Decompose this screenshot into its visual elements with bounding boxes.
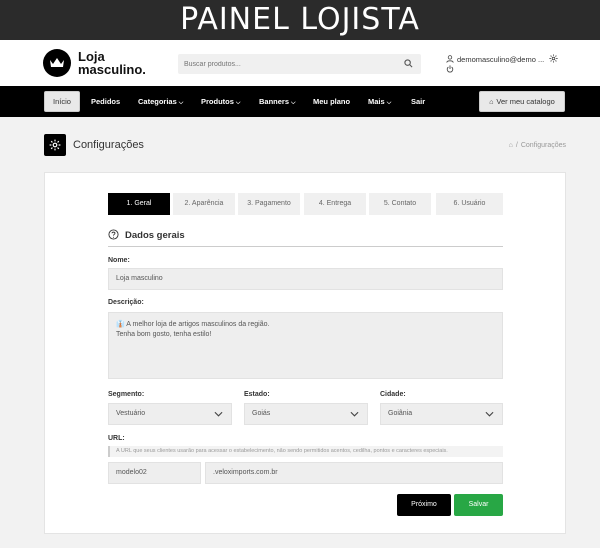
nav-label: Sair <box>411 97 426 106</box>
search-icon[interactable] <box>404 59 413 68</box>
name-label: Nome: <box>108 257 130 264</box>
settings-gear-icon <box>44 134 66 156</box>
description-line-2: Tenha bom gosto, tenha estilo! <box>116 331 212 338</box>
description-line-1: 👔 A melhor loja de artigos masculinos da… <box>116 321 270 328</box>
catalog-button-label: Ver meu catalogo <box>496 97 555 106</box>
nav-label: Meu plano <box>313 97 351 106</box>
chevron-down-icon: ⌵ <box>386 100 392 106</box>
url-label: URL: <box>108 435 125 442</box>
section-title: Dados gerais <box>125 230 185 241</box>
chevron-down-icon: ⌵ <box>235 100 241 106</box>
main-nav: Início Pedidos Categorias ⌵ Produtos ⌵ Ban… <box>0 86 600 117</box>
crown-logo-icon[interactable] <box>43 49 71 77</box>
state-select[interactable]: Goiás <box>244 403 368 425</box>
chevron-down-icon <box>350 411 359 417</box>
description-label: Descrição: <box>108 299 144 306</box>
description-field[interactable]: 👔 A melhor loja de artigos masculinos da… <box>108 312 503 379</box>
breadcrumb: ⌂ / Configurações <box>508 142 566 149</box>
nav-label: Categorias <box>138 97 177 106</box>
nav-label: Pedidos <box>91 97 121 106</box>
nav-meu-plano[interactable]: Meu plano <box>313 86 350 117</box>
nav-sair[interactable]: Sair <box>411 86 425 117</box>
page-header: Configurações ⌂ / Configurações <box>44 134 566 158</box>
tab-usuario[interactable]: 6. Usuário <box>436 193 503 215</box>
tab-contato[interactable]: 5. Contato <box>369 193 431 215</box>
segment-select[interactable]: Vestuário <box>108 403 232 425</box>
tab-pagamento[interactable]: 3. Pagamento <box>238 193 300 215</box>
chevron-down-icon: ⌵ <box>178 100 184 106</box>
store-icon: ⌂ <box>489 99 494 106</box>
nav-banners[interactable]: Banners ⌵ <box>259 86 296 117</box>
state-label: Estado: <box>244 391 270 398</box>
store-logo-text[interactable]: Loja masculino. <box>78 50 146 76</box>
home-icon[interactable]: ⌂ <box>509 142 513 149</box>
segment-label: Segmento: <box>108 391 145 398</box>
nav-pedidos[interactable]: Pedidos <box>91 86 120 117</box>
next-button[interactable]: Próximo <box>397 494 451 516</box>
page-title: Configurações <box>73 139 144 151</box>
nav-mais[interactable]: Mais ⌵ <box>368 86 391 117</box>
panel-banner: PAINEL LOJISTA <box>0 0 600 40</box>
url-slug-field[interactable]: modelo02 <box>108 462 201 484</box>
breadcrumb-current: Configurações <box>520 142 566 149</box>
question-circle-icon <box>108 229 119 240</box>
chevron-down-icon <box>485 411 494 417</box>
top-header: Loja masculino. demomasculino@demo ... <box>0 40 600 86</box>
city-label: Cidade: <box>380 391 406 398</box>
section-header: Dados gerais <box>108 229 503 247</box>
segment-value: Vestuário <box>116 410 146 417</box>
chevron-down-icon: ⌵ <box>291 100 296 106</box>
nav-home[interactable]: Início <box>44 91 80 112</box>
save-button[interactable]: Salvar <box>454 494 503 516</box>
user-email[interactable]: demomasculino@demo ... <box>457 55 544 64</box>
search-input[interactable] <box>184 54 394 74</box>
nav-label: Produtos <box>201 97 234 106</box>
url-domain-field: .veloximports.com.br <box>205 462 503 484</box>
state-value: Goiás <box>252 410 271 417</box>
tab-aparencia[interactable]: 2. Aparência <box>173 193 235 215</box>
nav-produtos[interactable]: Produtos ⌵ <box>201 86 240 117</box>
user-icon <box>446 55 454 63</box>
tab-entrega[interactable]: 4. Entrega <box>304 193 366 215</box>
settings-card: 1. Geral 2. Aparência 3. Pagamento 4. En… <box>44 172 566 534</box>
nav-label: Banners <box>259 97 290 106</box>
nav-label: Mais <box>368 97 385 106</box>
power-icon[interactable] <box>446 65 454 73</box>
city-value: Goiânia <box>388 410 413 417</box>
city-select[interactable]: Goiânia <box>380 403 503 425</box>
tab-geral[interactable]: 1. Geral <box>108 193 170 215</box>
url-hint: A URL que seus clientes usarão para aces… <box>108 446 503 457</box>
view-catalog-button[interactable]: ⌂ Ver meu catalogo <box>479 91 565 112</box>
logo-line-2: masculino. <box>78 62 146 77</box>
chevron-down-icon <box>214 411 223 417</box>
nav-categorias[interactable]: Categorias ⌵ <box>138 86 183 117</box>
name-field[interactable]: Loja masculino <box>108 268 503 290</box>
gear-icon[interactable] <box>549 54 558 63</box>
search-box <box>178 54 421 74</box>
